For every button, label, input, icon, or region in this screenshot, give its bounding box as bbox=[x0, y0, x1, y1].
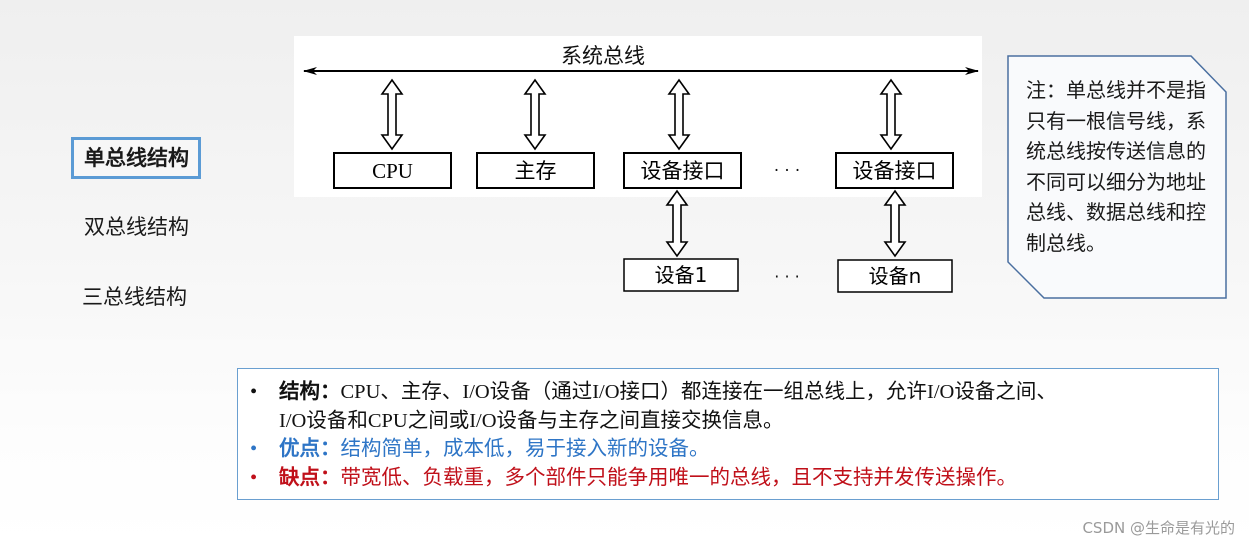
system-bus-label: 系统总线 bbox=[561, 44, 645, 68]
pros-text: 结构简单，成本低，易于接入新的设备。 bbox=[340, 438, 710, 460]
note-text: 注：单总线并不是指只有一根信号线，系统总线按传送信息的不同可以细分为地址总线、数… bbox=[1026, 78, 1206, 255]
device-1-box: 设备1 bbox=[623, 258, 739, 292]
structure-item: • 结构：CPU、主存、I/O设备（通过I/O接口）都连接在一组总线上，允许I/… bbox=[250, 378, 1218, 407]
bullet-dot: • bbox=[250, 381, 258, 403]
device-n-box: 设备n bbox=[837, 259, 953, 293]
device-interface-box-n: 设备接口 bbox=[835, 152, 954, 189]
bullet-dot: • bbox=[250, 466, 258, 489]
bottom-ellipsis: · · · bbox=[774, 267, 799, 286]
structure-text-line1: CPU、主存、I/O设备（通过I/O接口）都连接在一组总线上，允许I/O设备之间… bbox=[340, 381, 1057, 403]
structure-label: 结构： bbox=[279, 381, 341, 403]
cpu-bus-arrow bbox=[380, 78, 404, 151]
device-interface-box-1: 设备接口 bbox=[623, 152, 742, 189]
main-memory-label: 主存 bbox=[515, 159, 557, 183]
memory-bus-arrow bbox=[523, 78, 547, 151]
interface-n-bus-arrow bbox=[879, 78, 903, 151]
interface-1-bus-arrow bbox=[667, 78, 691, 151]
cons-label: 缺点： bbox=[279, 466, 341, 489]
device-n-label: 设备n bbox=[869, 264, 922, 288]
summary-box: • 结构：CPU、主存、I/O设备（通过I/O接口）都连接在一组总线上，允许I/… bbox=[237, 368, 1219, 500]
top-ellipsis: · · · bbox=[774, 160, 801, 180]
structure-item-continued: I/O设备和CPU之间或I/O设备与主存之间直接交换信息。 bbox=[250, 407, 1218, 436]
cpu-box: CPU bbox=[333, 152, 452, 189]
device-n-arrow bbox=[883, 189, 907, 258]
watermark: CSDN @生命是有光的 bbox=[1082, 519, 1235, 537]
main-memory-box: 主存 bbox=[476, 152, 595, 189]
structure-text-line2: I/O设备和CPU之间或I/O设备与主存之间直接交换信息。 bbox=[279, 409, 784, 432]
device-interface-label-1: 设备接口 bbox=[641, 159, 725, 183]
cons-item: • 缺点：带宽低、负载重，多个部件只能争用唯一的总线，且不支持并发传送操作。 bbox=[250, 464, 1218, 493]
bullet-dot: • bbox=[250, 438, 258, 460]
device-1-arrow bbox=[665, 189, 689, 258]
pros-label: 优点： bbox=[279, 438, 341, 460]
cons-text: 带宽低、负载重，多个部件只能争用唯一的总线，且不支持并发传送操作。 bbox=[340, 466, 1018, 489]
device-1-label: 设备1 bbox=[655, 263, 708, 287]
device-interface-label-n: 设备接口 bbox=[853, 159, 937, 183]
cpu-label: CPU bbox=[372, 159, 413, 183]
note-callout: 注：单总线并不是指只有一根信号线，系统总线按传送信息的不同可以细分为地址总线、数… bbox=[1007, 55, 1227, 299]
pros-item: • 优点：结构简单，成本低，易于接入新的设备。 bbox=[250, 435, 1218, 464]
